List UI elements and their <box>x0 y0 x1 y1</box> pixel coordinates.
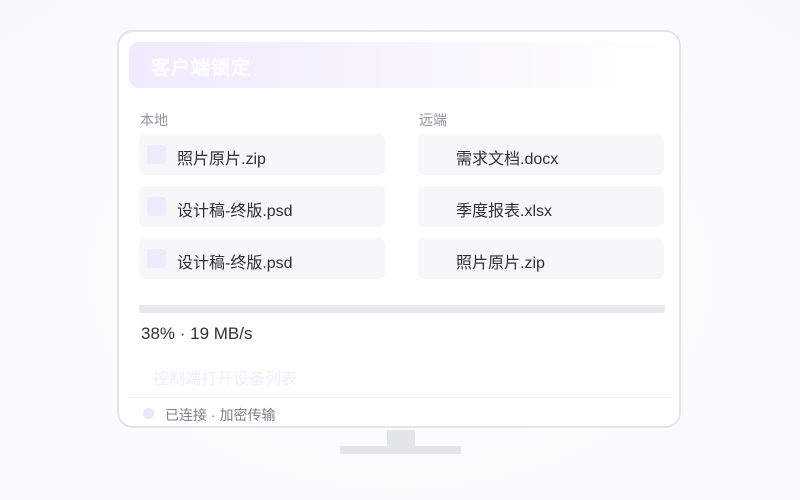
local-file-name: 设计稿-终版.psd <box>177 255 293 272</box>
file-icon <box>147 145 166 164</box>
file-icon <box>426 197 445 216</box>
file-icon <box>147 249 166 268</box>
window-title: 客户端锁定 <box>151 58 252 79</box>
open-device-list-link[interactable]: 控制端打开设备列表 <box>153 365 297 389</box>
transfer-progress-text: 38% · 19 MB/s <box>141 324 253 343</box>
connection-status-icon <box>143 408 154 419</box>
file-icon <box>147 197 166 216</box>
remote-file-item[interactable]: 需求文档.docx <box>418 134 664 175</box>
local-file-name: 照片原片.zip <box>177 151 266 168</box>
remote-file-item[interactable]: 照片原片.zip <box>418 238 664 279</box>
remote-column-label: 远端 <box>419 112 447 128</box>
local-file-item[interactable]: 设计稿-终版.psd <box>139 238 385 279</box>
local-file-item[interactable]: 设计稿-终版.psd <box>139 186 385 227</box>
local-file-name: 设计稿-终版.psd <box>177 203 293 220</box>
status-divider <box>129 397 671 398</box>
remote-file-name: 季度报表.xlsx <box>456 203 553 220</box>
monitor-frame: 客户端锁定 本地 远端 照片原片.zip 设计稿-终版.psd 设计稿-终版.p… <box>117 30 681 428</box>
local-file-item[interactable]: 照片原片.zip <box>139 134 385 175</box>
monitor-stand-neck <box>387 430 415 446</box>
monitor-stand-base <box>340 446 461 454</box>
remote-file-name: 需求文档.docx <box>456 151 559 168</box>
remote-file-item[interactable]: 季度报表.xlsx <box>418 186 664 227</box>
file-icon <box>426 145 445 164</box>
transfer-progress-fill <box>139 305 339 313</box>
screen: 客户端锁定 本地 远端 照片原片.zip 设计稿-终版.psd 设计稿-终版.p… <box>0 0 800 500</box>
transfer-progress-bar <box>139 305 665 313</box>
local-column-label: 本地 <box>140 112 168 128</box>
remote-file-name: 照片原片.zip <box>456 255 545 272</box>
file-icon <box>426 249 445 268</box>
title-bar: 客户端锁定 <box>129 42 669 88</box>
connection-status-text: 已连接 · 加密传输 <box>165 407 276 423</box>
